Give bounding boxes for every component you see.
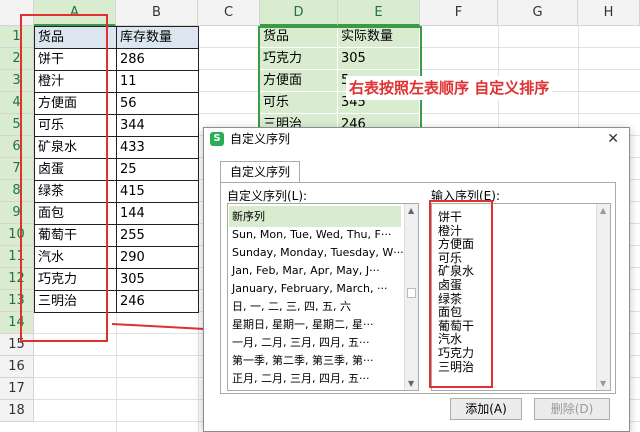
dialog-titlebar[interactable]: S 自定义序列 ✕ [204, 128, 629, 150]
dialog-title: 自定义序列 [230, 132, 291, 146]
custom-list-dialog: S 自定义序列 ✕ 自定义序列 自定义序列(L): 输入序列(E): 新序列 Su… [203, 127, 630, 432]
input-list-entry: 橙汁 [438, 223, 463, 238]
input-list-entry: 卤蛋 [438, 278, 463, 292]
add-button[interactable]: 添加(A) [450, 398, 522, 420]
delete-button[interactable]: 删除(D) [534, 398, 610, 420]
input-list-entry: 三明治 [438, 359, 475, 374]
scroll-thumb[interactable] [407, 288, 416, 298]
custom-list-box[interactable]: 新序列 Sun, Mon, Tue, Wed, Thu, F··· Sunday, … [227, 203, 419, 391]
input-list-entry: 可乐 [438, 250, 463, 265]
scroll-down-icon[interactable]: ▼ [408, 379, 414, 388]
input-list-entry: 方便面 [438, 237, 475, 252]
tab-custom-list[interactable]: 自定义序列 [220, 161, 300, 183]
list-scrollbar[interactable]: ▲ ▼ [404, 204, 418, 390]
custom-list-label: 自定义序列(L): [227, 189, 308, 203]
scroll-up-icon[interactable]: ▲ [408, 206, 414, 215]
input-list-entry: 饼干 [438, 210, 463, 224]
input-list-entry: 矿泉水 [438, 264, 475, 279]
input-list-label: 输入序列(E): [431, 189, 500, 203]
input-scroll-up-icon[interactable]: ▲ [600, 206, 606, 215]
input-list-entry: 葡萄干 [438, 318, 475, 333]
tab-panel: 自定义序列(L): 输入序列(E): 新序列 Sun, Mon, Tue, Wed… [220, 182, 616, 394]
spreadsheet-window: A B C D E F G H 1 2 3 4 5 6 7 8 9 10 11 12 13 14 15 16 1… [0, 0, 640, 432]
input-list-entry: 绿茶 [438, 291, 463, 306]
custom-list-item[interactable]: 正月, 二月, 三月, 四月, 五··· [232, 368, 404, 389]
input-list-entry: 巧克力 [438, 346, 475, 360]
close-icon[interactable]: ✕ [607, 128, 619, 150]
app-logo-icon: S [210, 132, 224, 146]
input-scroll-down-icon[interactable]: ▼ [600, 379, 606, 388]
input-scrollbar[interactable]: ▲ ▼ [596, 204, 610, 390]
input-list-entry: 面包 [438, 305, 463, 320]
input-list-entry: 汽水 [438, 332, 463, 347]
input-list-box[interactable]: 饼干 橙汁 方便面 可乐 矿泉水 卤蛋 绿茶 面包 葡萄干 汽水 巧克力 三明治 ▲ ▼ [431, 203, 611, 391]
